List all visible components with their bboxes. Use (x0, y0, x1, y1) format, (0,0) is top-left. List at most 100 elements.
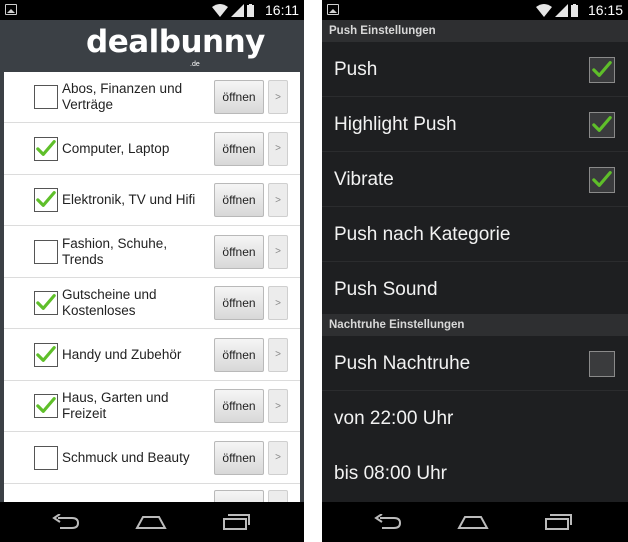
recents-icon[interactable] (544, 514, 572, 530)
category-label: Handy und Zubehör (62, 346, 182, 362)
category-row: Abos, Finanzen und Verträge öffnen > (4, 72, 300, 123)
checkmark-icon (36, 139, 56, 156)
back-icon[interactable] (52, 514, 80, 530)
image-notification-icon (327, 4, 339, 15)
wifi-icon (212, 4, 228, 17)
night-from-preference[interactable]: von 22:00 Uhr (322, 391, 628, 446)
checkmark-icon (36, 191, 56, 207)
category-label: Fashion, Schuhe, Trends (62, 235, 168, 267)
arrow-button[interactable]: > (268, 80, 288, 114)
night-to-label: bis 08:00 Uhr (334, 463, 448, 484)
open-button[interactable]: öffnen (214, 389, 264, 423)
category-row: Handy und Zubehör öffnen > (4, 330, 300, 381)
arrow-button[interactable]: > (268, 131, 288, 166)
push-sound-label: Push Sound (334, 279, 438, 300)
arrow-button[interactable]: > (268, 389, 288, 423)
push-settings-screen: 16:15 Push Einstellungen Push Highlight … (322, 0, 628, 542)
vibrate-checkbox[interactable] (589, 167, 615, 193)
wifi-icon (536, 4, 552, 17)
category-checkbox[interactable] (34, 85, 58, 109)
open-button[interactable]: öffnen (214, 183, 264, 217)
category-row: Haus, Garten und Freizeit öffnen > (4, 381, 300, 432)
category-checkbox[interactable] (34, 291, 58, 315)
arrow-button[interactable]: > (268, 440, 288, 475)
push-checkbox[interactable] (589, 57, 615, 83)
push-nachtruhe-checkbox[interactable] (589, 351, 615, 377)
recents-icon[interactable] (222, 514, 250, 530)
battery-icon (571, 4, 578, 17)
open-button[interactable]: öffnen (214, 131, 264, 166)
home-icon[interactable] (135, 514, 167, 530)
checkmark-icon (36, 397, 56, 413)
arrow-button[interactable] (268, 490, 288, 502)
status-bar: 16:15 (322, 0, 628, 20)
open-button[interactable]: öffnen (214, 80, 264, 114)
checkmark-icon (592, 61, 612, 77)
push-label: Push (334, 59, 378, 80)
category-checkbox[interactable] (34, 239, 58, 264)
push-category-label: Push nach Kategorie (334, 224, 511, 245)
status-icons (212, 3, 254, 17)
checkmark-icon (36, 294, 56, 310)
navigation-bar (322, 502, 628, 542)
arrow-button[interactable]: > (268, 286, 288, 320)
dealbunny-categories-screen: 16:11 dealbunny .de Abos, Finanzen und V… (0, 0, 304, 542)
push-sound-preference[interactable]: Push Sound (322, 262, 628, 317)
category-checkbox[interactable] (34, 342, 58, 367)
highlight-push-label: Highlight Push (334, 114, 457, 135)
category-label: Computer, Laptop (62, 140, 170, 156)
category-row-partial (4, 484, 300, 502)
open-button[interactable]: öffnen (214, 286, 264, 320)
open-button[interactable]: öffnen (214, 234, 264, 269)
image-notification-icon (5, 4, 17, 15)
category-checkbox[interactable] (34, 394, 58, 418)
open-button[interactable]: öffnen (214, 440, 264, 475)
signal-icon (555, 4, 568, 17)
arrow-button[interactable]: > (268, 183, 288, 217)
push-category-preference[interactable]: Push nach Kategorie (322, 207, 628, 262)
category-list: Abos, Finanzen und Verträge öffnen > Comput… (4, 72, 300, 502)
app-header: dealbunny .de (0, 20, 304, 72)
vibrate-preference[interactable]: Vibrate (322, 152, 628, 207)
checkmark-icon (592, 116, 612, 132)
home-icon[interactable] (457, 514, 489, 530)
highlight-push-checkbox[interactable] (589, 112, 615, 138)
category-row: Elektronik, TV und Hifi öffnen > (4, 175, 300, 226)
navigation-bar (0, 502, 304, 542)
category-checkbox[interactable] (34, 136, 58, 161)
push-nachtruhe-preference[interactable]: Push Nachtruhe (322, 336, 628, 391)
category-checkbox[interactable] (34, 445, 58, 470)
arrow-button[interactable]: > (268, 337, 288, 372)
category-checkbox[interactable] (34, 188, 58, 212)
push-preference[interactable]: Push (322, 42, 628, 97)
back-icon[interactable] (374, 514, 402, 530)
category-row: Gutscheine und Kostenloses öffnen > (4, 278, 300, 329)
push-settings-header: Push Einstellungen (322, 20, 628, 42)
highlight-push-preference[interactable]: Highlight Push (322, 97, 628, 152)
status-time: 16:15 (587, 2, 623, 18)
status-bar: 16:11 (0, 0, 304, 20)
vibrate-label: Vibrate (334, 169, 394, 190)
checkmark-icon (592, 171, 612, 187)
category-label: Abos, Finanzen und Verträge (62, 81, 183, 112)
night-settings-header: Nachtruhe Einstellungen (322, 314, 628, 336)
category-label: Gutscheine und Kostenloses (62, 287, 157, 318)
category-label: Schmuck und Beauty (62, 449, 190, 465)
open-button[interactable]: öffnen (214, 337, 264, 372)
signal-icon (231, 4, 244, 17)
arrow-button[interactable]: > (268, 234, 288, 269)
category-row: Schmuck und Beauty öffnen > (4, 433, 300, 484)
open-button[interactable] (214, 490, 264, 502)
category-label: Elektronik, TV und Hifi (62, 192, 196, 207)
logo-domain: .de (190, 61, 200, 68)
category-row: Fashion, Schuhe, Trends öffnen > (4, 227, 300, 278)
dealbunny-logo: dealbunny (86, 24, 265, 60)
category-label: Haus, Garten und Freizeit (62, 390, 169, 421)
status-icons (536, 3, 578, 17)
checkmark-icon (36, 345, 56, 362)
night-from-label: von 22:00 Uhr (334, 408, 454, 429)
battery-icon (247, 4, 254, 17)
night-to-preference[interactable]: bis 08:00 Uhr (322, 446, 628, 501)
status-time: 16:11 (265, 2, 299, 18)
push-nachtruhe-label: Push Nachtruhe (334, 353, 471, 374)
